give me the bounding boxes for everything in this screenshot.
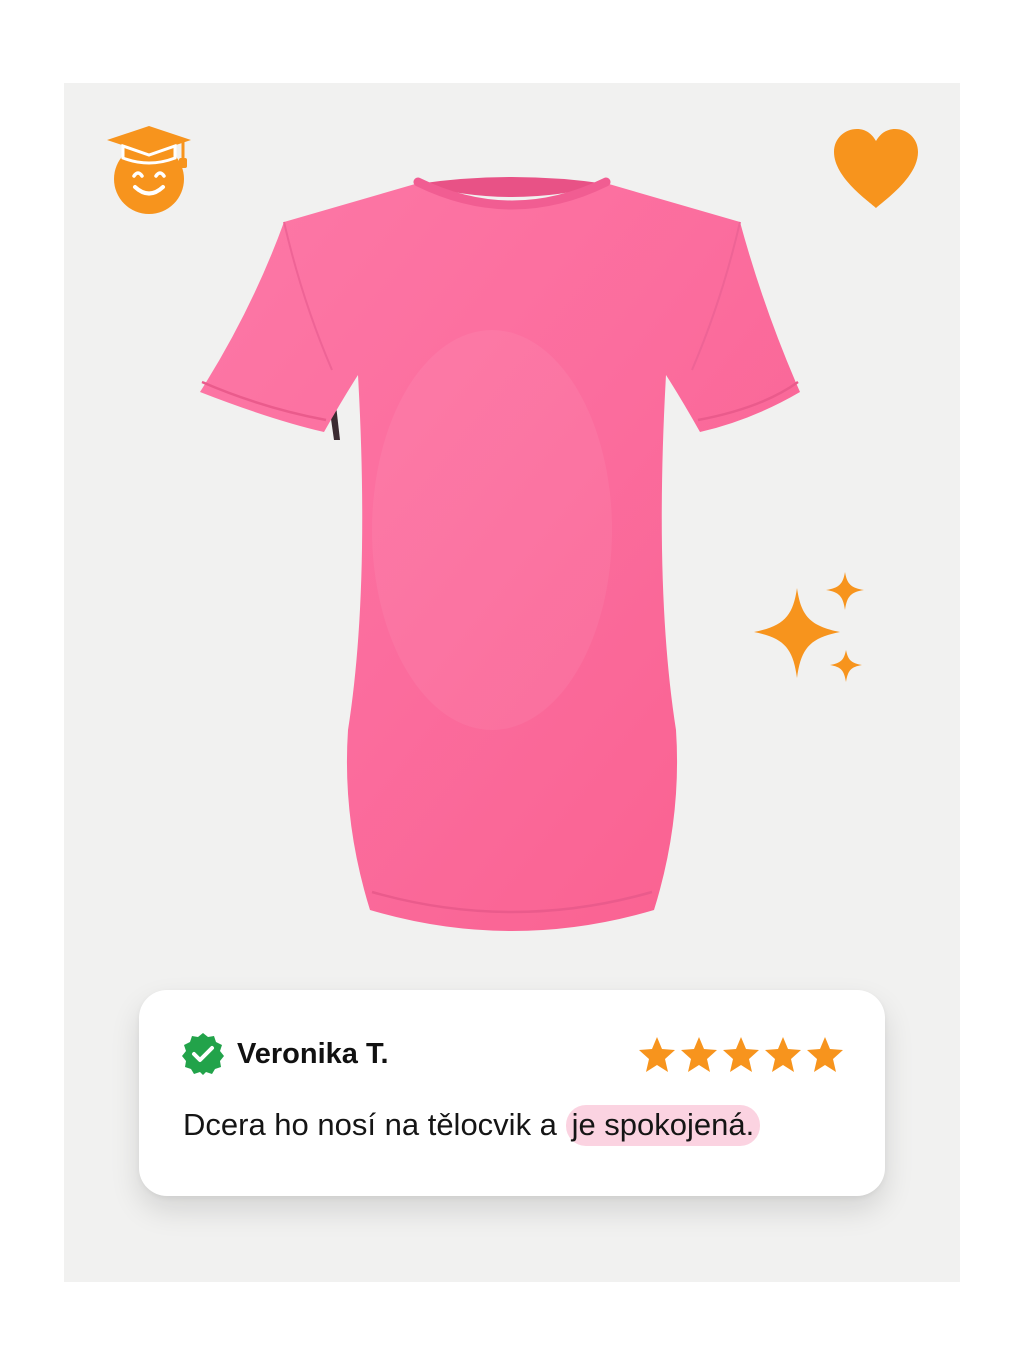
review-text-plain: Dcera ho nosí na tělocvik a [183,1107,557,1142]
star-icon [723,1037,759,1072]
star-icon [765,1037,801,1072]
star-icon [681,1037,717,1072]
review-text-highlight: je spokojená. [565,1105,761,1146]
star-rating [636,1034,846,1074]
review-text: Dcera ho nosí na tělocvik a je spokojená… [183,1104,761,1146]
pink-t-shirt-image [200,177,800,931]
heart-icon [834,129,918,208]
graduation-cap-smiley-icon [107,126,191,214]
reviewer-name: Veronika T. [237,1038,389,1070]
review-card: Veronika T. Dcera ho nosí na tělocvik a … [139,990,885,1196]
star-icon [639,1037,675,1072]
page: { "colors": { "accent": "#f7941d", "pane… [0,0,1024,1365]
verified-check-badge-icon [182,1033,224,1075]
star-icon [807,1037,843,1072]
